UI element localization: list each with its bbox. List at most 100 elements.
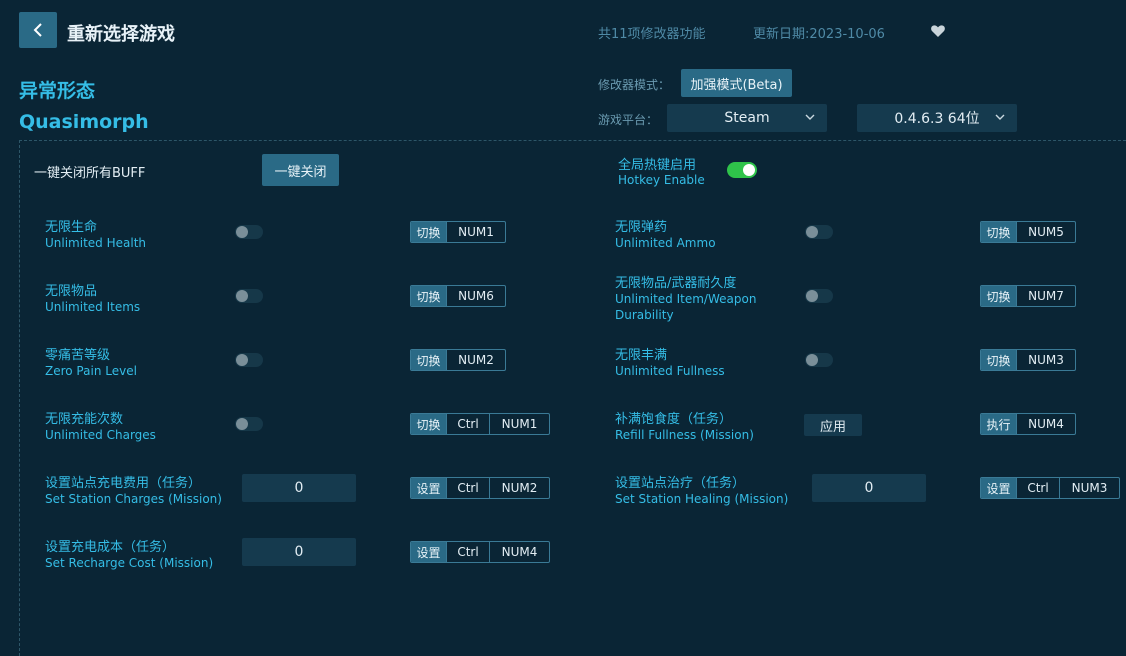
hotkey-key: NUM6 — [446, 286, 505, 306]
unlimited-ammo-toggle[interactable] — [805, 225, 833, 239]
option-label-cn: 无限物品/武器耐久度 — [615, 276, 737, 291]
recharge-cost-input[interactable] — [242, 538, 356, 566]
hotkey-key: NUM5 — [1016, 222, 1075, 242]
hotkey-unlimited-charges[interactable]: 切换 Ctrl NUM1 — [410, 413, 550, 435]
option-label-en: Set Station Charges (Mission) — [45, 492, 222, 506]
hotkey-key: NUM1 — [489, 414, 549, 434]
hotkey-toggle[interactable] — [727, 162, 757, 178]
hotkey-action: 设置 — [411, 478, 446, 498]
option-label-en: Unlimited Item/Weapon Durability — [615, 292, 757, 322]
toggle-knob — [236, 290, 248, 302]
all-off-button[interactable]: 一键关闭 — [262, 154, 339, 186]
hotkey-key: Ctrl — [446, 542, 489, 562]
option-label-en: Set Station Healing (Mission) — [615, 492, 789, 506]
platform-select[interactable]: Steam — [667, 104, 827, 132]
option-label-cn: 设置充电成本（任务） — [45, 540, 176, 555]
hotkey-key: NUM3 — [1016, 350, 1075, 370]
hotkey-unlimited-ammo[interactable]: 切换 NUM5 — [980, 221, 1076, 243]
hotkey-action: 设置 — [981, 478, 1016, 498]
unlimited-health-toggle[interactable] — [235, 225, 263, 239]
hotkey-station-healing[interactable]: 设置 Ctrl NUM3 — [980, 477, 1120, 499]
heart-icon[interactable] — [930, 23, 946, 39]
hotkey-label-cn: 全局热键启用 — [618, 158, 697, 173]
option-label-en: Unlimited Fullness — [615, 364, 725, 378]
hotkey-key: NUM3 — [1059, 478, 1119, 498]
hotkey-refill-fullness[interactable]: 执行 NUM4 — [980, 413, 1076, 435]
hotkey-key: Ctrl — [446, 478, 489, 498]
hotkey-action: 执行 — [981, 414, 1016, 434]
unlimited-items-toggle[interactable] — [235, 289, 263, 303]
hotkey-recharge-cost[interactable]: 设置 Ctrl NUM4 — [410, 541, 550, 563]
option-label-en: Unlimited Ammo — [615, 236, 716, 250]
option-label-cn: 零痛苦等级 — [45, 348, 111, 363]
hotkey-unlimited-fullness[interactable]: 切换 NUM3 — [980, 349, 1076, 371]
hotkey-action: 切换 — [981, 222, 1016, 242]
toggle-knob — [743, 164, 755, 176]
option-label-en: Unlimited Charges — [45, 428, 156, 442]
option-label-cn: 补满饱食度（任务） — [615, 412, 733, 427]
hotkey-key: NUM4 — [1016, 414, 1075, 434]
update-date: 更新日期:2023-10-06 — [753, 27, 885, 42]
hotkey-durability[interactable]: 切换 NUM7 — [980, 285, 1076, 307]
option-label-en: Zero Pain Level — [45, 364, 137, 378]
back-button[interactable] — [19, 12, 57, 48]
hotkey-key: NUM1 — [446, 222, 505, 242]
apply-button[interactable]: 应用 — [804, 414, 862, 436]
platform-value: Steam — [724, 110, 770, 126]
option-label-cn: 设置站点治疗（任务） — [615, 476, 746, 491]
hotkey-unlimited-health[interactable]: 切换 NUM1 — [410, 221, 506, 243]
hotkey-action: 切换 — [411, 222, 446, 242]
hotkey-key: NUM7 — [1016, 286, 1075, 306]
hotkey-key: NUM2 — [446, 350, 505, 370]
chevron-down-icon — [805, 114, 815, 120]
toggle-knob — [806, 226, 818, 238]
page-title: 重新选择游戏 — [67, 24, 175, 45]
toggle-knob — [806, 354, 818, 366]
chevron-left-icon — [33, 23, 42, 37]
option-label-en: Refill Fullness (Mission) — [615, 428, 754, 442]
toggle-knob — [236, 226, 248, 238]
unlimited-fullness-toggle[interactable] — [805, 353, 833, 367]
hotkey-action: 切换 — [981, 350, 1016, 370]
hotkey-key: NUM2 — [489, 478, 549, 498]
game-name-cn: 异常形态 — [19, 80, 96, 102]
unlimited-charges-toggle[interactable] — [235, 417, 263, 431]
mode-label: 修改器模式： — [598, 78, 671, 92]
option-label-en: Unlimited Health — [45, 236, 147, 250]
hotkey-action: 设置 — [411, 542, 446, 562]
toggle-knob — [806, 290, 818, 302]
version-value: 0.4.6.3 64位 — [894, 111, 980, 127]
hotkey-unlimited-items[interactable]: 切换 NUM6 — [410, 285, 506, 307]
mode-button[interactable]: 加强模式(Beta) — [681, 69, 792, 97]
hotkey-key: Ctrl — [446, 414, 489, 434]
option-label-cn: 无限充能次数 — [45, 412, 124, 427]
option-label-cn: 无限生命 — [45, 220, 98, 235]
toggle-knob — [236, 418, 248, 430]
hotkey-station-charges[interactable]: 设置 Ctrl NUM2 — [410, 477, 550, 499]
all-off-label: 一键关闭所有BUFF — [34, 166, 146, 181]
feature-count: 共11项修改器功能 — [598, 27, 706, 42]
option-label-cn: 无限物品 — [45, 284, 98, 299]
zero-pain-toggle[interactable] — [235, 353, 263, 367]
hotkey-action: 切换 — [411, 286, 446, 306]
hotkey-action: 切换 — [411, 414, 446, 434]
version-select[interactable]: 0.4.6.3 64位 — [857, 104, 1017, 132]
hotkey-action: 切换 — [981, 286, 1016, 306]
option-label-cn: 无限弹药 — [615, 220, 668, 235]
platform-label: 游戏平台： — [598, 113, 659, 127]
chevron-down-icon — [995, 114, 1005, 120]
hotkey-key: Ctrl — [1016, 478, 1059, 498]
game-name-en: Quasimorph — [19, 111, 149, 133]
hotkey-label-en: Hotkey Enable — [618, 173, 705, 187]
station-charges-input[interactable] — [242, 474, 356, 502]
options-panel — [19, 140, 1126, 656]
durability-toggle[interactable] — [805, 289, 833, 303]
option-label-cn: 设置站点充电费用（任务） — [45, 476, 202, 491]
option-label-en: Set Recharge Cost (Mission) — [45, 556, 214, 570]
toggle-knob — [236, 354, 248, 366]
option-label-cn: 无限丰满 — [615, 348, 668, 363]
station-healing-input[interactable] — [812, 474, 926, 502]
hotkey-key: NUM4 — [489, 542, 549, 562]
hotkey-action: 切换 — [411, 350, 446, 370]
hotkey-zero-pain[interactable]: 切换 NUM2 — [410, 349, 506, 371]
